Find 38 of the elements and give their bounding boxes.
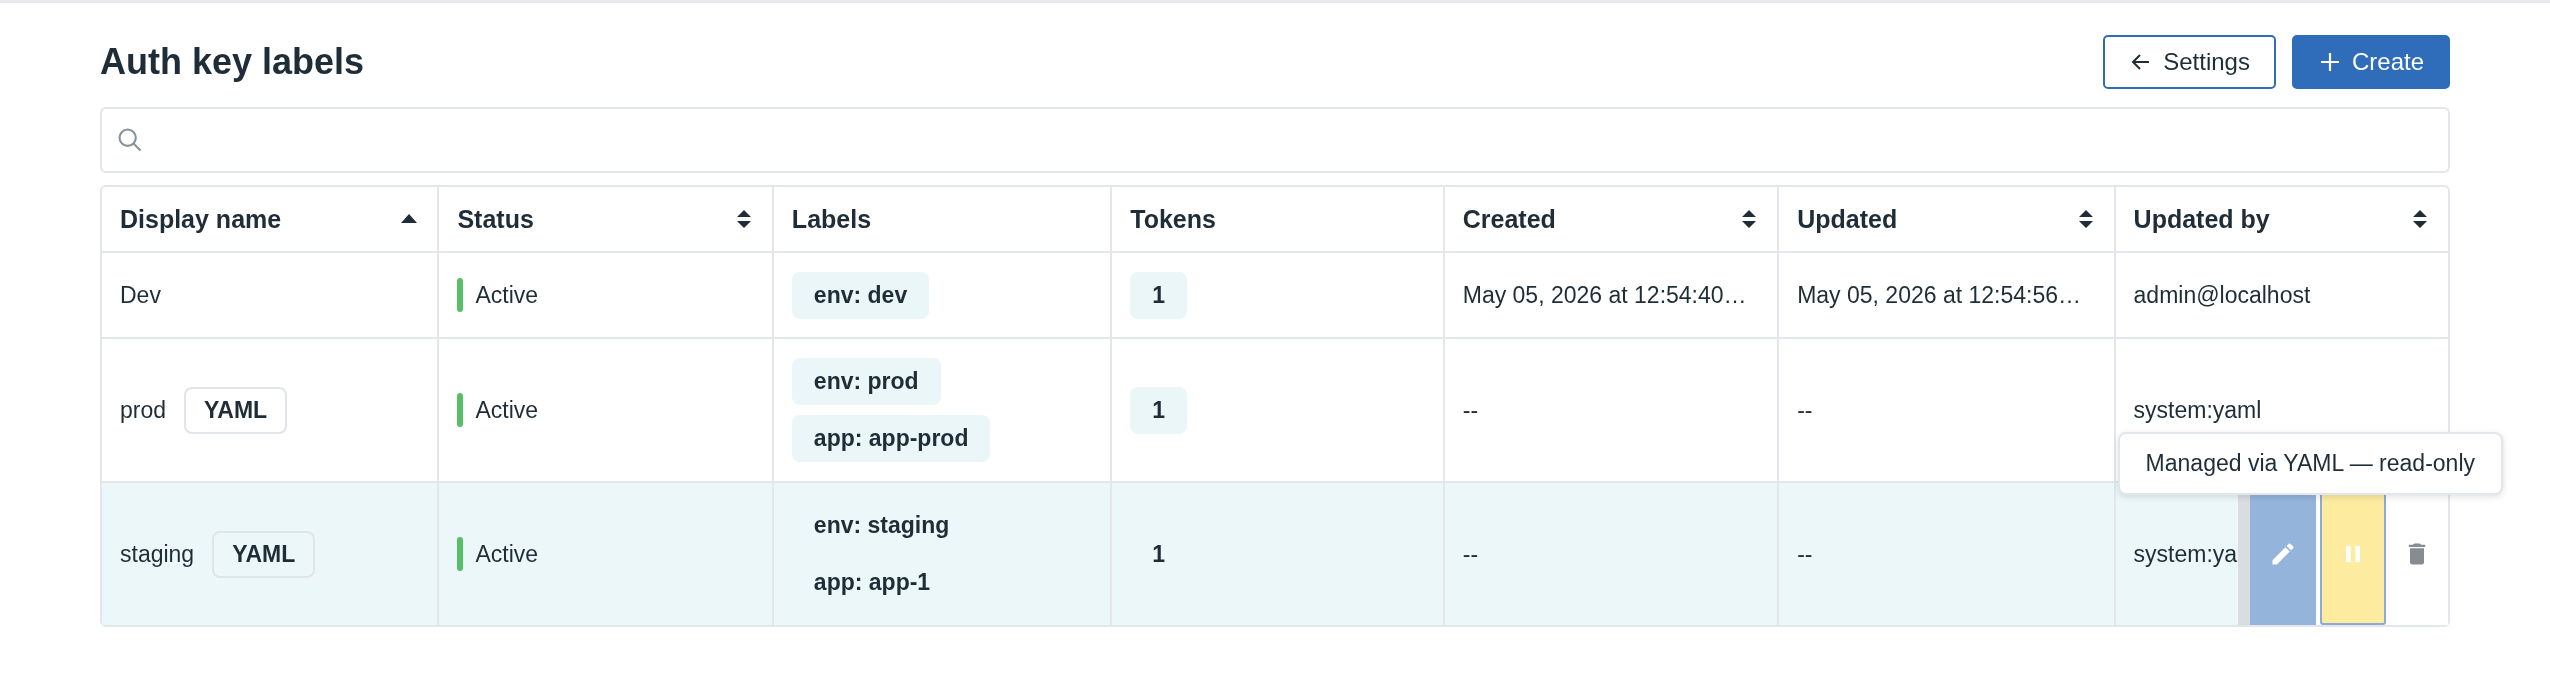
created-date: May 05, 2026 at 12:54:40… [1462,281,1747,309]
display-name: Dev [120,281,161,309]
display-name: prod [120,396,167,424]
token-count: 1 [1130,271,1188,319]
status-text: Active [475,540,539,568]
updated-date: -- [1797,396,1813,424]
created-date: -- [1462,396,1479,424]
column-header[interactable]: Tokens [1130,204,1216,234]
tooltip: Managed via YAML — read-only [2117,432,2503,495]
status-text: Active [475,281,539,309]
yaml-badge: YAML [212,530,316,578]
column-header[interactable]: Status [457,204,534,234]
column-header[interactable]: Updated by [2133,204,2270,234]
search-icon [116,126,144,154]
label-tag: env: staging [791,502,972,549]
status-text: Active [475,396,539,424]
updated-by: system:yaml [2133,396,2262,424]
column-header[interactable]: Display name [120,204,282,234]
created-date: -- [1462,540,1479,568]
updated-by: system:ya [2133,540,2238,568]
token-count: 1 [1130,386,1188,434]
search-field[interactable] [100,107,2450,173]
updated-date: -- [1797,540,1813,568]
create-button[interactable]: Create [2291,35,2450,89]
token-count: 1 [1151,539,1167,569]
yaml-badge: YAML [184,386,288,434]
updated-by: admin@localhost [2133,281,2311,309]
label-tag: app: app-prod [791,415,991,462]
display-name: staging [120,540,195,568]
column-header[interactable]: Updated [1797,204,1898,234]
label-tag: env: dev [791,271,930,319]
settings-button[interactable]: Settings [2103,35,2276,89]
updated-date: May 05, 2026 at 12:54:56… [1797,281,2082,309]
label-tag: env: prod [791,358,941,405]
column-header[interactable]: Created [1462,204,1556,234]
column-header[interactable]: Labels [791,204,872,234]
label-tag: app: app-1 [791,559,953,606]
page-title: Auth key labels [100,41,365,83]
